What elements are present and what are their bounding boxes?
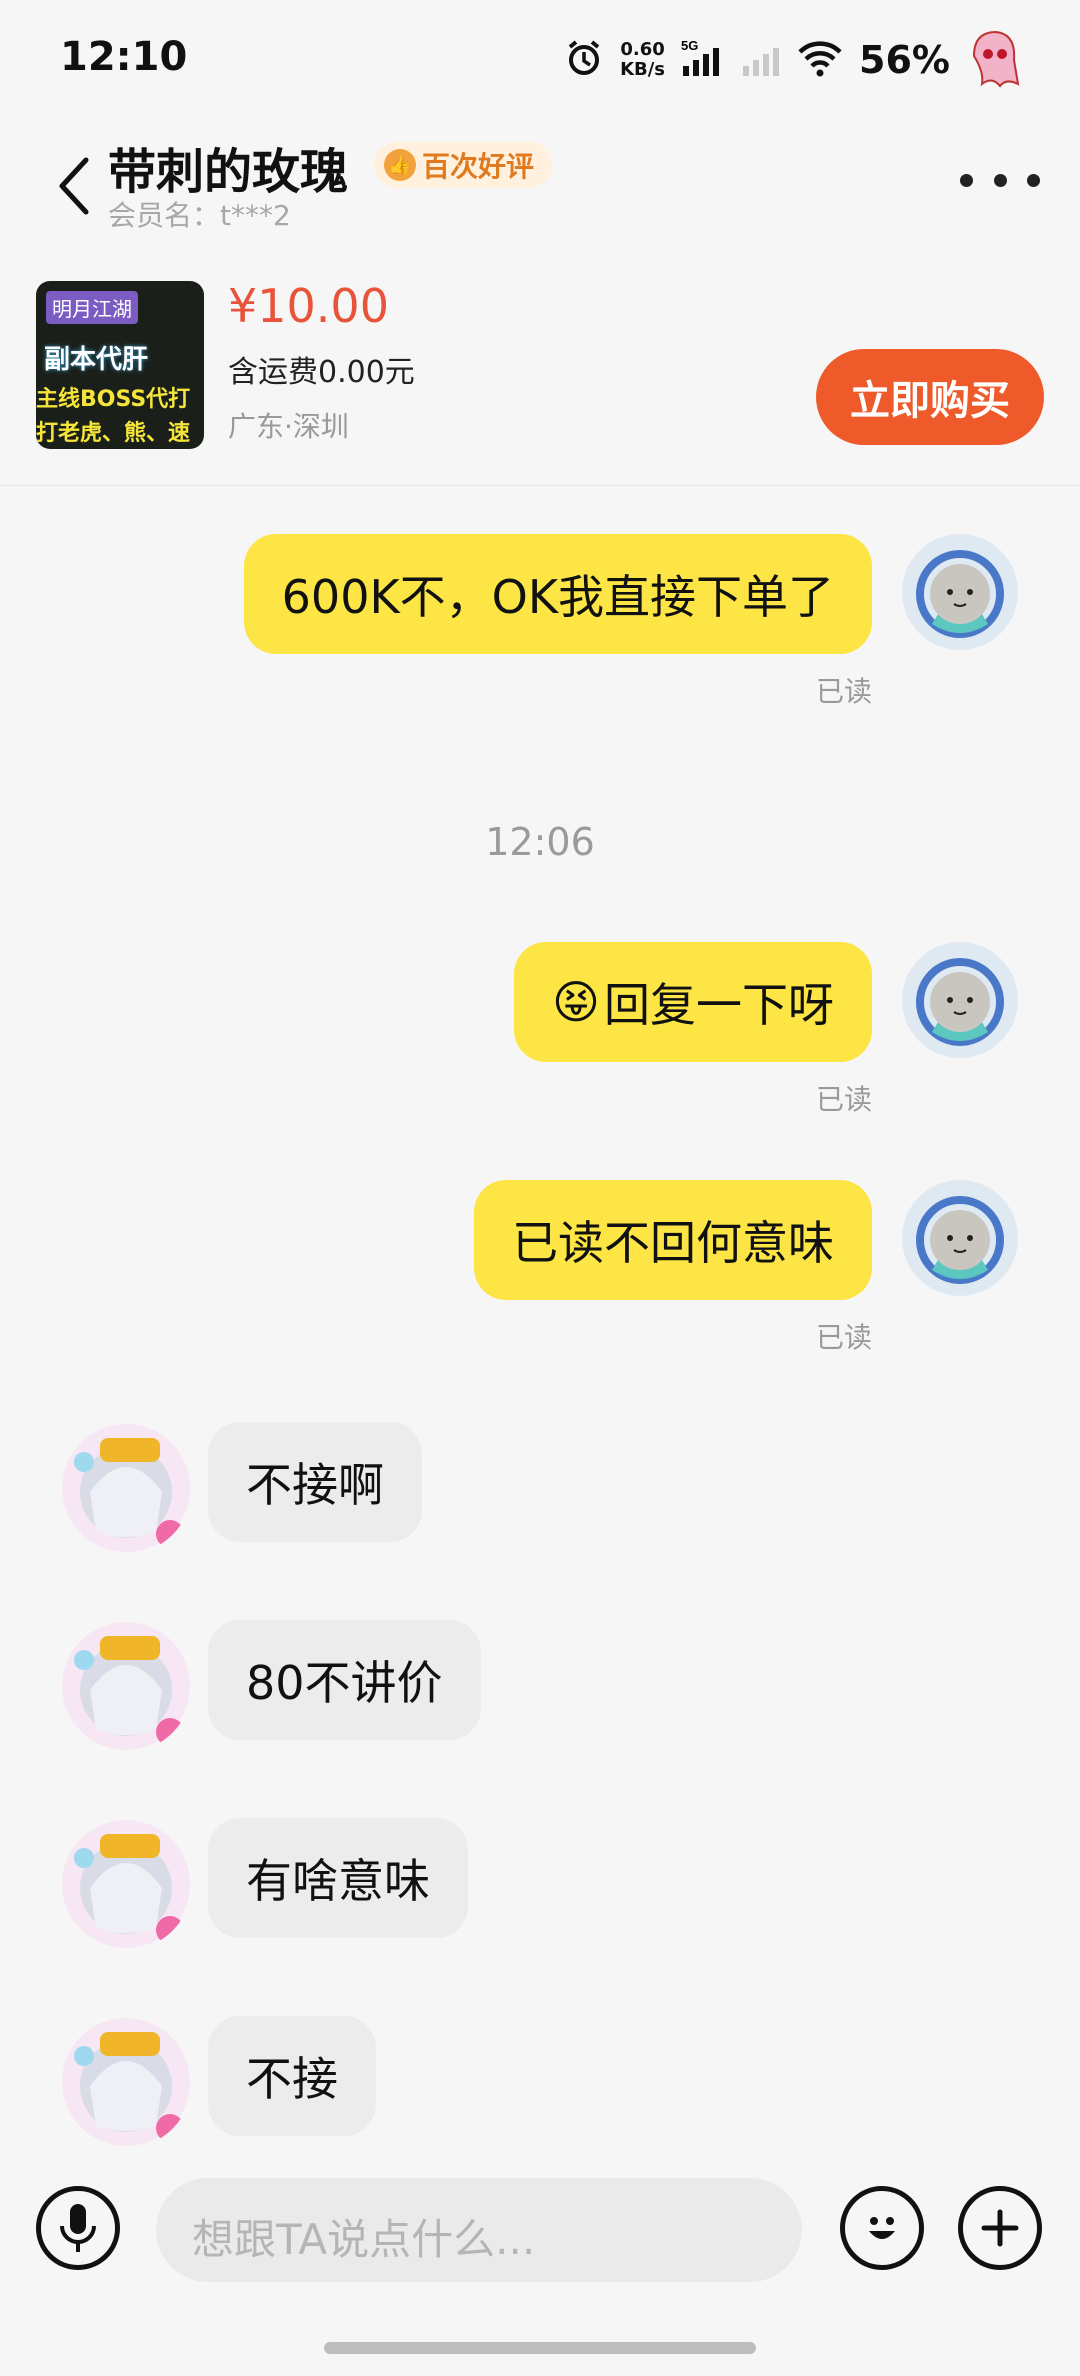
buy-now-button[interactable]: 立即购买	[816, 349, 1044, 445]
message-bubble[interactable]: 已读不回何意味	[474, 1180, 872, 1300]
alarm-icon	[564, 38, 604, 82]
product-location: 广东·深圳	[228, 410, 349, 443]
more-dot-icon	[1027, 173, 1040, 187]
thumb-title: 副本代肝	[44, 345, 149, 375]
message-list[interactable]: 600K不，OK我直接下单了 已读 12:06 😝 回复一下呀 已读 已读不回何…	[0, 486, 1080, 2146]
product-shipping: 含运费0.00元	[228, 355, 415, 390]
seller-avatar[interactable]	[60, 2016, 192, 2146]
seller-avatar[interactable]	[60, 1818, 192, 1950]
product-card[interactable]: 明月江湖 副本代肝 主线BOSS代打 打老虎、熊、速 ¥10.00 含运费0.0…	[0, 265, 1080, 486]
voice-input-button[interactable]	[36, 2186, 120, 2270]
message-bubble[interactable]: 80不讲价	[208, 1620, 481, 1740]
seller-avatar[interactable]	[60, 1422, 192, 1554]
add-attachment-button[interactable]	[958, 2186, 1042, 2270]
status-icons: 0.60 KB/s 5G 56%	[564, 30, 1020, 90]
message-row-incoming: 80不讲价	[0, 1620, 1080, 1760]
message-input[interactable]: 想跟TA说点什么...	[156, 2178, 802, 2282]
net-speed: 0.60 KB/s	[620, 40, 665, 80]
svg-text:5G: 5G	[681, 38, 698, 53]
message-row-outgoing: 600K不，OK我直接下单了	[0, 534, 1080, 654]
time-separator: 12:06	[485, 820, 595, 864]
wifi-icon	[797, 38, 843, 82]
thumb-line: 主线BOSS代打	[36, 387, 191, 412]
thumb-line: 打老虎、熊、速	[36, 421, 191, 446]
thumbs-up-icon: 👍	[384, 149, 416, 181]
message-row-incoming: 不接	[0, 2016, 1080, 2146]
product-price: ¥10.00	[228, 279, 389, 333]
home-indicator[interactable]	[324, 2342, 756, 2354]
message-bubble[interactable]: 600K不，OK我直接下单了	[243, 534, 872, 654]
read-receipt: 已读	[815, 675, 872, 708]
chat-header: 带刺的玫瑰 👍 百次好评 会员名：t***2	[0, 120, 1080, 265]
message-text: 回复一下呀	[604, 978, 834, 1032]
back-button[interactable]	[46, 146, 102, 226]
more-button[interactable]	[960, 150, 1040, 210]
member-name: 会员名：t***2	[108, 199, 291, 232]
my-avatar[interactable]	[902, 942, 1018, 1058]
seller-avatar[interactable]	[60, 1620, 192, 1752]
review-badge-label: 百次好评	[422, 150, 535, 183]
review-badge[interactable]: 👍 百次好评	[374, 142, 553, 188]
my-avatar[interactable]	[902, 534, 1018, 650]
microphone-icon	[60, 2204, 96, 2252]
net-speed-unit: KB/s	[620, 59, 666, 80]
more-dot-icon	[993, 173, 1007, 187]
plus-icon	[981, 2209, 1019, 2247]
thumb-tag: 明月江湖	[46, 291, 138, 324]
message-row-incoming: 不接啊	[0, 1422, 1080, 1562]
more-dot-icon	[960, 173, 973, 187]
read-receipt: 已读	[815, 1321, 872, 1354]
message-input-placeholder: 想跟TA说点什么...	[192, 2215, 536, 2264]
ghost-mascot-icon	[966, 26, 1020, 94]
message-bubble[interactable]: 不接啊	[208, 1422, 422, 1542]
my-avatar[interactable]	[902, 1180, 1018, 1296]
message-bubble[interactable]: 有啥意味	[208, 1818, 468, 1938]
smile-icon	[869, 2217, 895, 2239]
message-bubble[interactable]: 不接	[208, 2016, 376, 2136]
message-row-outgoing: 😝 回复一下呀	[0, 942, 1080, 1062]
chevron-left-icon	[59, 157, 89, 215]
battery-level: 56%	[859, 38, 950, 82]
product-thumbnail[interactable]: 明月江湖 副本代肝 主线BOSS代打 打老虎、熊、速	[36, 281, 204, 449]
read-receipt: 已读	[815, 1083, 872, 1116]
composer-bar: 想跟TA说点什么...	[0, 2146, 1080, 2376]
laughing-emoji-icon: 😝	[552, 975, 600, 1029]
net-speed-value: 0.60	[620, 39, 665, 60]
signal-5g-icon: 5G	[681, 38, 725, 82]
emoji-button[interactable]	[840, 2186, 924, 2270]
message-bubble[interactable]: 😝 回复一下呀	[514, 942, 872, 1062]
message-row-outgoing: 已读不回何意味	[0, 1180, 1080, 1300]
message-row-incoming: 有啥意味	[0, 1818, 1080, 1958]
signal-icon	[741, 38, 781, 82]
seller-name[interactable]: 带刺的玫瑰	[108, 132, 348, 202]
status-bar: 12:10 0.60 KB/s 5G 56%	[0, 0, 1080, 120]
status-time: 12:10	[60, 34, 188, 80]
